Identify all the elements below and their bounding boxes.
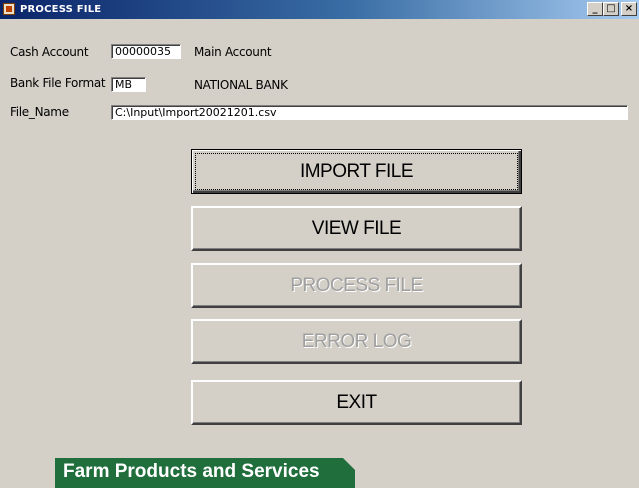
minimize-button[interactable]: _: [587, 2, 603, 16]
window-controls: _ □ ×: [587, 2, 637, 16]
bank-file-format-description: NATIONAL BANK: [194, 78, 288, 92]
title-bar[interactable]: PROCESS FILE _ □ ×: [0, 0, 639, 19]
close-button[interactable]: ×: [621, 2, 637, 16]
bank-file-format-field[interactable]: MB: [111, 77, 146, 92]
bank-file-format-label: Bank File Format: [10, 76, 106, 90]
cash-account-description: Main Account: [194, 45, 272, 59]
import-file-button[interactable]: IMPORT FILE: [191, 149, 522, 194]
window-title: PROCESS FILE: [20, 4, 102, 15]
exit-button[interactable]: EXIT: [191, 380, 522, 425]
view-file-button[interactable]: VIEW FILE: [191, 206, 522, 251]
company-banner: Farm Products and Services: [55, 458, 355, 488]
app-icon: [3, 3, 15, 15]
file-name-label: File_Name: [10, 105, 69, 119]
maximize-button[interactable]: □: [603, 2, 619, 16]
cash-account-label: Cash Account: [10, 45, 89, 59]
file-name-field[interactable]: C:\Input\Import20021201.csv: [111, 105, 628, 120]
process-file-button[interactable]: PROCESS FILE: [191, 263, 522, 308]
error-log-button[interactable]: ERROR LOG: [191, 319, 522, 364]
cash-account-field[interactable]: 00000035: [111, 44, 181, 59]
